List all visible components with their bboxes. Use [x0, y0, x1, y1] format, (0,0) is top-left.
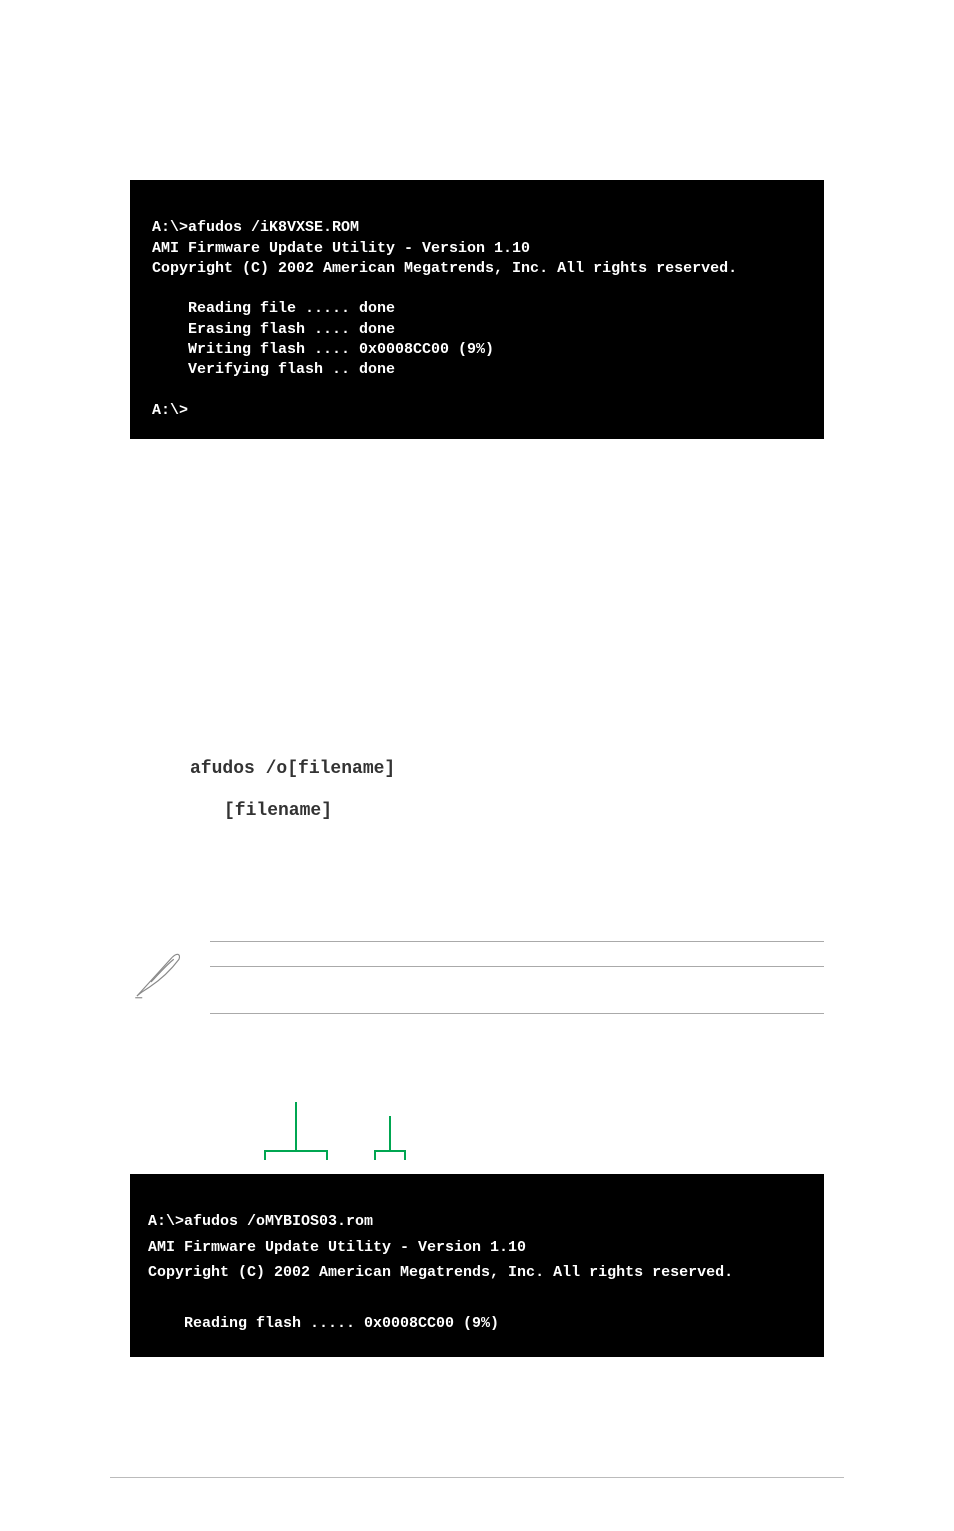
note-rule-2: [210, 966, 824, 1007]
command-syntax-line2: [filename]: [224, 801, 824, 821]
annotation-connect-1: [295, 1136, 297, 1150]
note-rule-1: [210, 941, 824, 960]
terminal2-line3: Copyright (C) 2002 American Megatrends, …: [148, 1264, 733, 1281]
note-lines: [210, 941, 824, 1032]
annotation-pointers: [130, 1102, 824, 1164]
terminal1-line1: A:\>afudos /iK8VXSE.ROM: [152, 219, 359, 236]
terminal1-line2: AMI Firmware Update Utility - Version 1.…: [152, 240, 530, 257]
annotation-vline-ext: [389, 1116, 391, 1136]
footer-rule: [110, 1477, 844, 1478]
annotation-vline-filename: [295, 1102, 297, 1136]
command-syntax-line1: afudos /o[filename]: [190, 759, 824, 779]
terminal2-line2: AMI Firmware Update Utility - Version 1.…: [148, 1239, 526, 1256]
terminal1-line5: Erasing flash .... done: [152, 321, 395, 338]
terminal2-line1: A:\>afudos /oMYBIOS03.rom: [148, 1213, 373, 1230]
note-rule-3: [210, 1013, 824, 1032]
document-page: A:\>afudos /iK8VXSE.ROM AMI Firmware Upd…: [0, 180, 954, 1518]
annotation-connect-2: [389, 1136, 391, 1150]
annotation-hbracket-filename-left: [264, 1150, 266, 1160]
terminal2-line4: Reading flash ..... 0x0008CC00 (9%): [148, 1315, 499, 1332]
terminal1-prompt: A:\>: [152, 402, 188, 419]
terminal1-line4: Reading file ..... done: [152, 300, 395, 317]
note-block: [130, 941, 824, 1032]
terminal-output-backup: A:\>afudos /oMYBIOS03.rom AMI Firmware U…: [130, 1174, 824, 1357]
annotation-hbracket-filename-right: [326, 1150, 328, 1160]
annotation-hbracket-ext-right: [404, 1150, 406, 1160]
annotation-hbracket-filename: [264, 1150, 326, 1152]
quill-pen-icon: [130, 947, 186, 1003]
terminal1-line3: Copyright (C) 2002 American Megatrends, …: [152, 260, 737, 277]
annotation-hbracket-ext-left: [374, 1150, 376, 1160]
terminal1-line7: Verifying flash .. done: [152, 361, 395, 378]
terminal-output-update: A:\>afudos /iK8VXSE.ROM AMI Firmware Upd…: [130, 180, 824, 439]
annotation-hbracket-ext: [374, 1150, 404, 1152]
terminal1-line6: Writing flash .... 0x0008CC00 (9%): [152, 341, 494, 358]
